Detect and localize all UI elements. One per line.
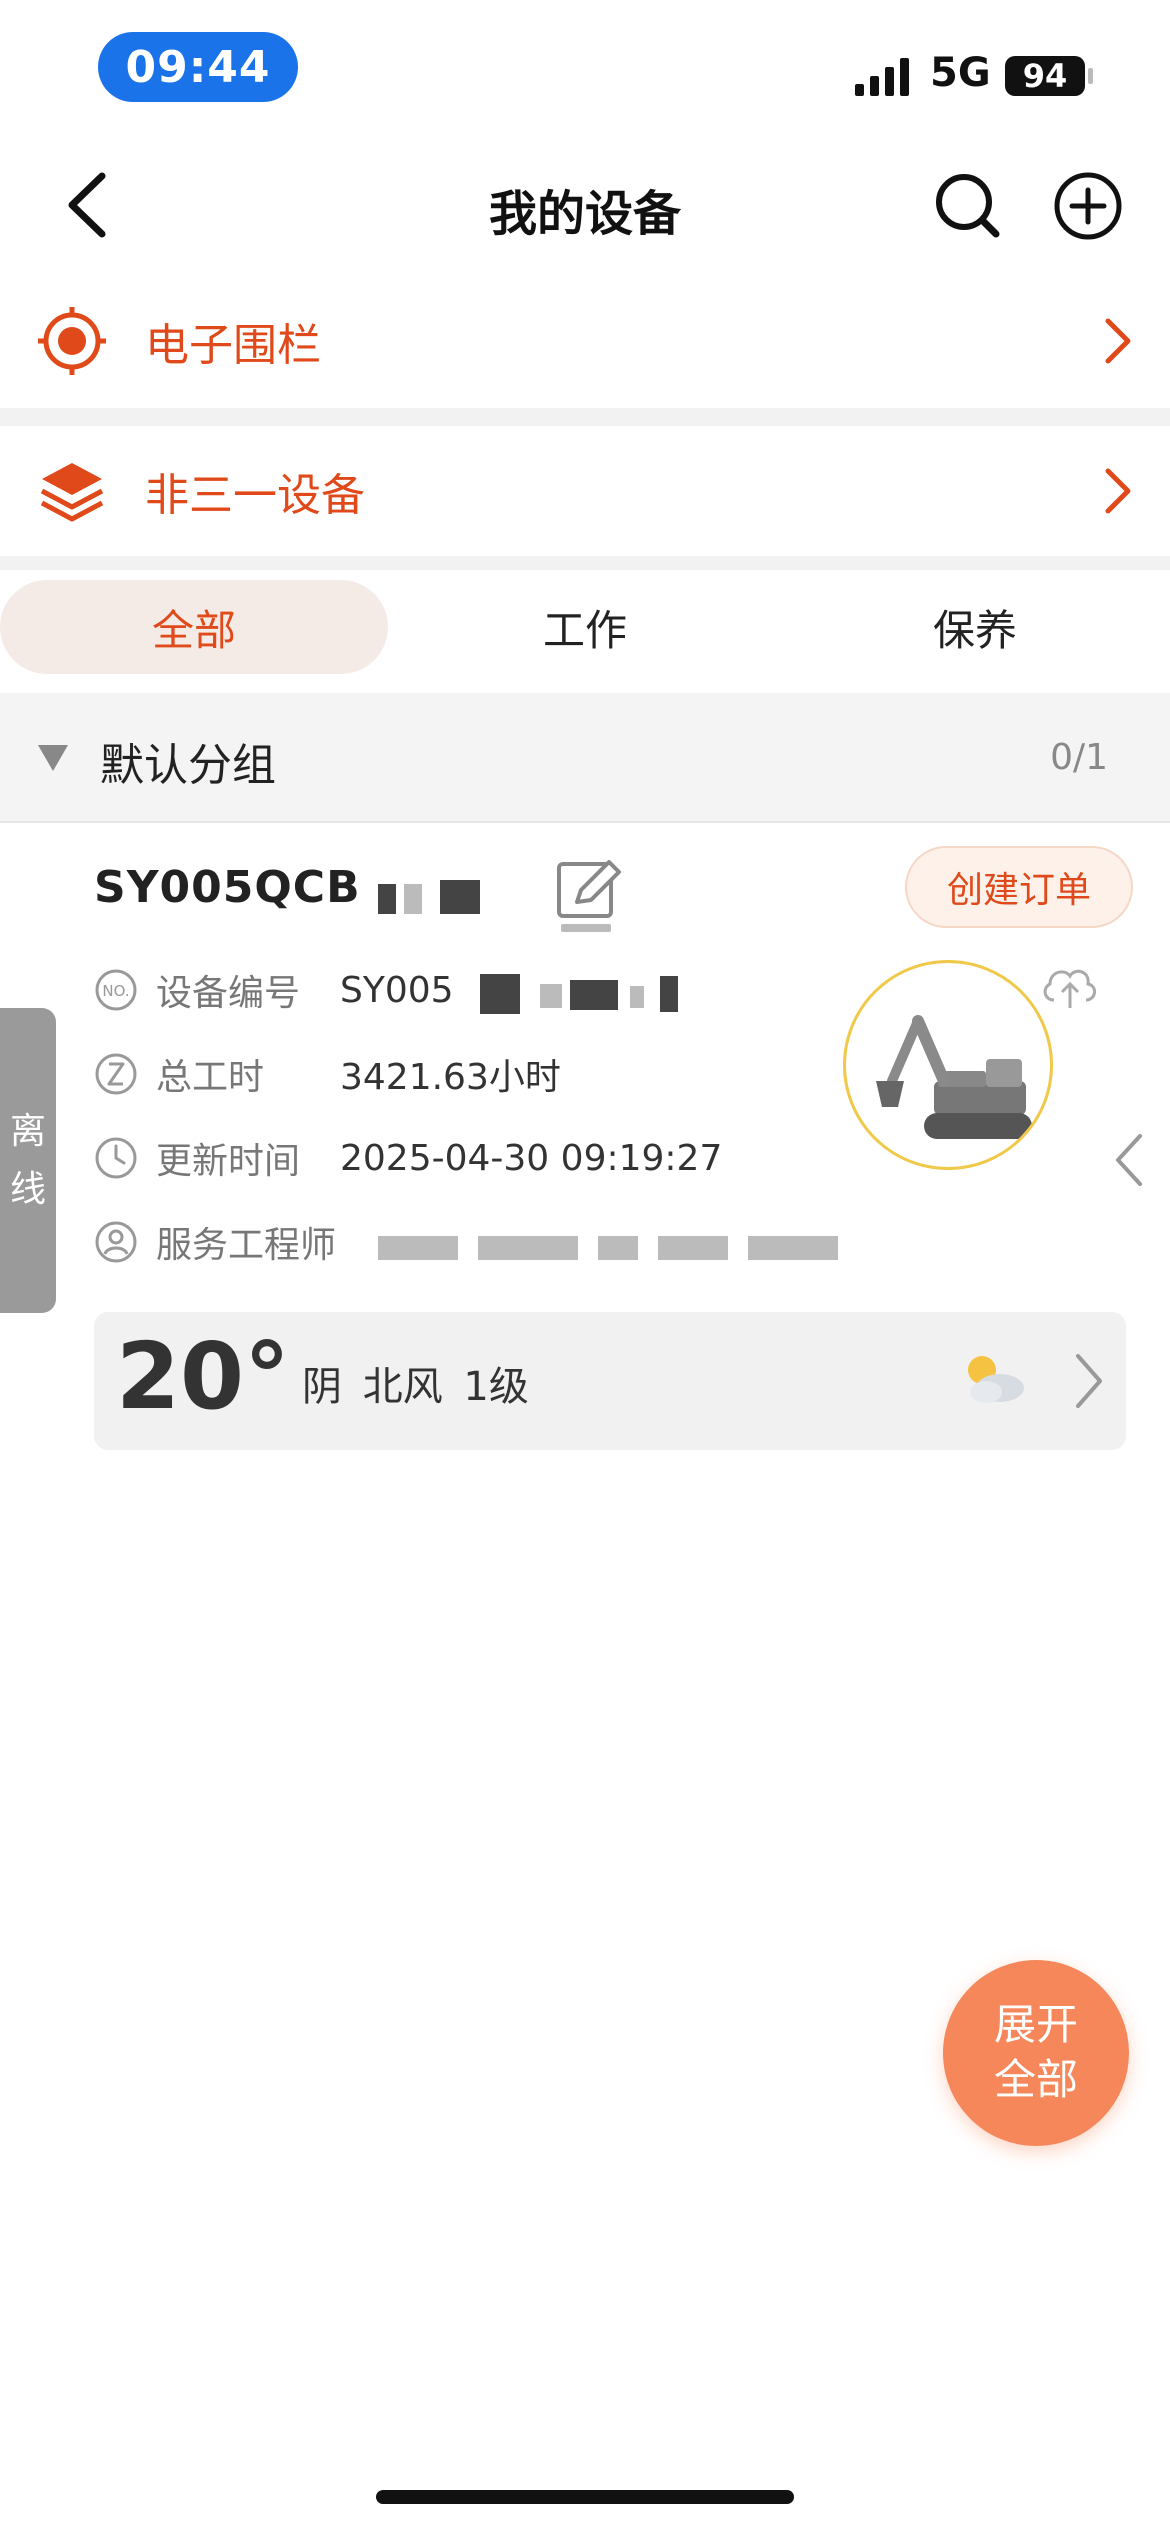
tab-maintenance[interactable]: 保养 xyxy=(780,580,1170,674)
redacted-block xyxy=(378,1236,458,1260)
machine-image[interactable] xyxy=(843,960,1053,1170)
group-count: 0/1 xyxy=(1050,737,1108,778)
create-order-button[interactable]: 创建订单 xyxy=(905,846,1133,928)
group-header[interactable]: 默认分组 0/1 xyxy=(0,693,1170,823)
redacted-block xyxy=(478,1236,578,1260)
info-value: 2025-04-30 09:19:27 xyxy=(340,1137,723,1179)
redacted-block xyxy=(480,974,520,1014)
offline-char: 线 xyxy=(9,1168,46,1210)
target-icon xyxy=(38,307,106,375)
search-icon[interactable] xyxy=(932,170,1002,240)
info-value: 3421.63小时 xyxy=(340,1057,561,1098)
info-row-update-time: 更新时间 2025-04-30 09:19:27 xyxy=(94,1128,722,1188)
divider xyxy=(0,556,1170,570)
tab-all[interactable]: 全部 xyxy=(0,580,388,674)
filter-tabs: 全部 工作 保养 xyxy=(0,580,1170,690)
chevron-right-icon xyxy=(1105,318,1131,364)
redacted-block xyxy=(630,986,644,1008)
hourglass-icon xyxy=(95,1053,137,1095)
cloud-upload-icon[interactable] xyxy=(1038,958,1102,1010)
expand-all-button[interactable]: 展开 全部 xyxy=(943,1960,1129,2146)
excavator-icon xyxy=(876,1015,1032,1139)
group-title: 默认分组 xyxy=(100,740,276,791)
chevron-left-icon[interactable] xyxy=(1112,1132,1148,1188)
info-row-device-number: NO. 设备编号 SY005 xyxy=(94,960,454,1020)
info-row-total-hours: 总工时 3421.63小时 xyxy=(94,1044,561,1104)
tab-working[interactable]: 工作 xyxy=(390,580,780,674)
battery-tip xyxy=(1088,68,1093,84)
redacted-block xyxy=(404,884,422,914)
menu-label: 电子围栏 xyxy=(145,320,321,371)
partly-cloudy-icon xyxy=(968,1356,1024,1403)
info-label: 服务工程师 xyxy=(156,1225,337,1266)
person-icon xyxy=(95,1221,137,1263)
nav-bar: 我的设备 xyxy=(0,150,1170,265)
redacted-block xyxy=(570,980,618,1010)
weather-temperature: 20° xyxy=(116,1323,291,1430)
info-label: 总工时 xyxy=(156,1057,265,1098)
info-label: 更新时间 xyxy=(156,1141,301,1182)
info-value: SY005 xyxy=(340,969,454,1011)
fab-label-line2: 全部 xyxy=(993,2055,1078,2104)
battery-indicator: 94 xyxy=(1005,56,1085,96)
redacted-block xyxy=(378,884,396,914)
offline-char: 离 xyxy=(9,1110,46,1152)
redacted-block xyxy=(660,976,678,1012)
svg-text:NO.: NO. xyxy=(102,982,129,1000)
network-type: 5G xyxy=(930,50,991,96)
clock-icon xyxy=(95,1137,137,1179)
triangle-down-icon xyxy=(38,745,68,771)
home-indicator xyxy=(376,2490,794,2504)
signal-icon xyxy=(855,58,909,96)
status-bar: 09:44 5G 94 xyxy=(0,0,1170,140)
weather-card[interactable]: 20° 阴 北风 1级 xyxy=(94,1312,1126,1450)
menu-electronic-fence[interactable]: 电子围栏 xyxy=(0,276,1170,406)
status-time: 09:44 xyxy=(98,32,298,102)
edit-icon[interactable] xyxy=(555,858,625,938)
redacted-block xyxy=(440,880,480,914)
chevron-right-icon xyxy=(1076,1354,1102,1408)
offline-status-tab: 离 线 xyxy=(0,1008,56,1313)
redacted-block xyxy=(598,1236,638,1260)
add-circle-icon[interactable] xyxy=(1052,170,1124,242)
chevron-right-icon xyxy=(1105,468,1131,514)
redacted-block xyxy=(658,1236,728,1260)
info-label: 设备编号 xyxy=(156,973,301,1014)
menu-non-sany-devices[interactable]: 非三一设备 xyxy=(0,426,1170,556)
device-name[interactable]: SY005QCB xyxy=(94,862,361,913)
info-row-service-engineer: 服务工程师 xyxy=(94,1212,336,1272)
redacted-block xyxy=(540,984,562,1008)
fab-label-line1: 展开 xyxy=(993,2000,1078,2050)
layers-icon xyxy=(40,463,104,522)
weather-description: 阴 北风 1级 xyxy=(302,1364,529,1410)
number-icon: NO. xyxy=(95,969,137,1011)
divider xyxy=(0,408,1170,426)
menu-label: 非三一设备 xyxy=(145,470,365,521)
redacted-block xyxy=(748,1236,838,1260)
